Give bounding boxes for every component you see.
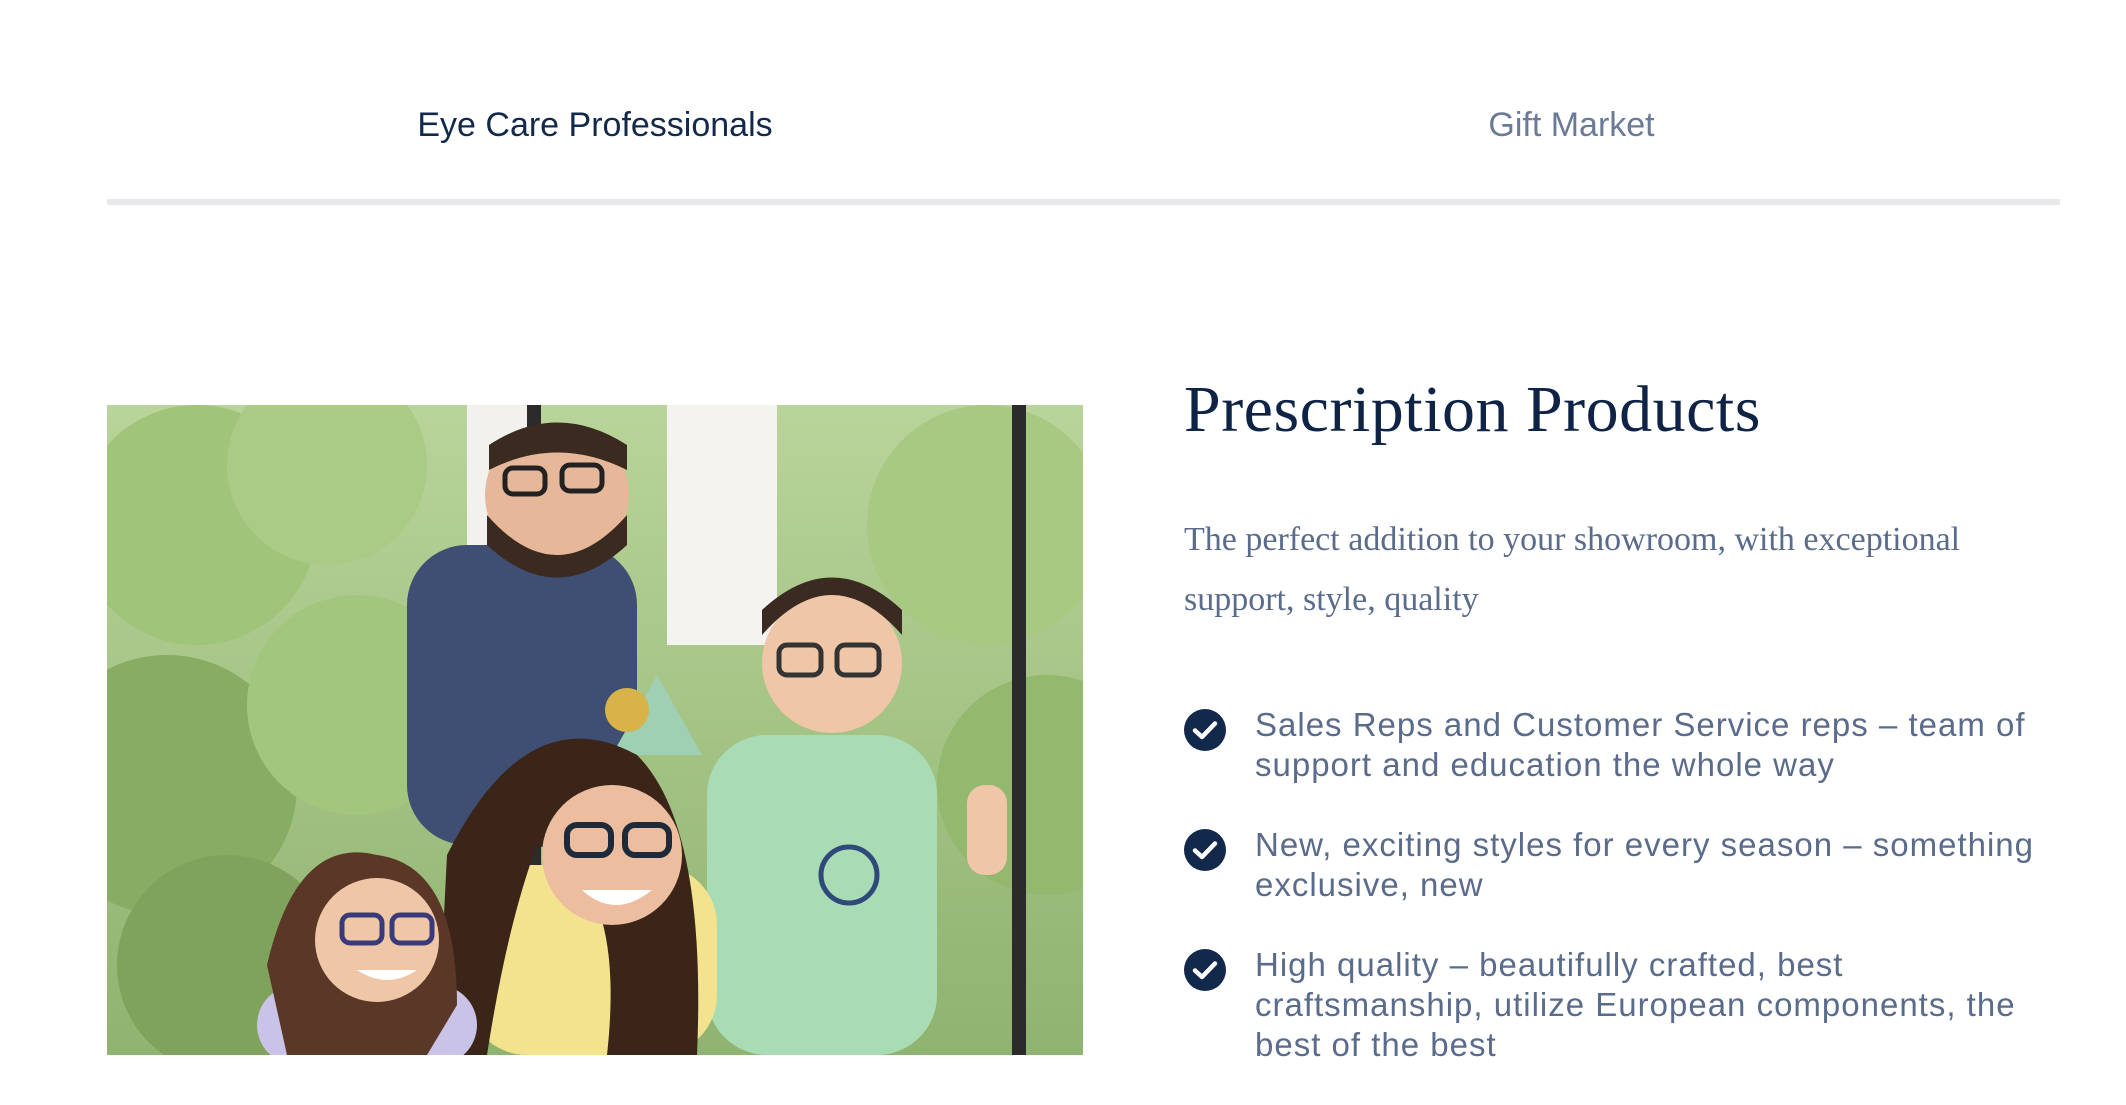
audience-tabs: Eye Care Professionals Gift Market (107, 0, 2060, 206)
check-circle-icon (1184, 949, 1226, 991)
tab-divider (107, 199, 2060, 205)
section-subtitle: The perfect addition to your showroom, w… (1184, 521, 1961, 618)
check-circle-icon (1184, 829, 1226, 871)
section-heading: Prescription Products (1184, 373, 1761, 446)
family-photo (107, 405, 1083, 1055)
list-item: New, exciting styles for every season – … (1184, 825, 2044, 905)
feature-text: Sales Reps and Customer Service reps – t… (1255, 706, 2026, 783)
feature-text: High quality – beautifully crafted, best… (1255, 946, 2016, 1063)
prescription-products-section: Prescription Products The perfect additi… (1184, 360, 2044, 1063)
feature-text: New, exciting styles for every season – … (1255, 826, 2035, 903)
list-item: High quality – beautifully crafted, best… (1184, 945, 2044, 1065)
check-circle-icon (1184, 709, 1226, 751)
tab-eye-care-professionals[interactable]: Eye Care Professionals (107, 100, 1083, 150)
feature-list: Sales Reps and Customer Service reps – t… (1184, 705, 2044, 1105)
list-item: Sales Reps and Customer Service reps – t… (1184, 705, 2044, 785)
tab-gift-market[interactable]: Gift Market (1083, 100, 2060, 150)
